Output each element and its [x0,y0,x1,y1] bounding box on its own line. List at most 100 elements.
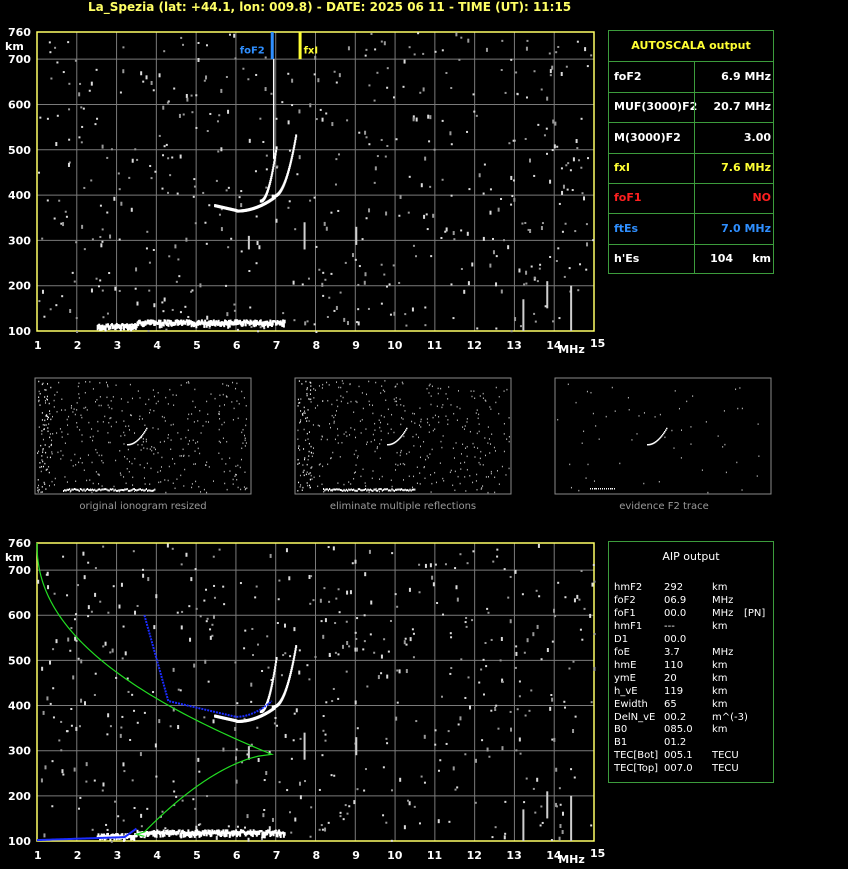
thumbnail-speck [349,383,351,386]
noise-speck [346,640,349,645]
y-tick-label: 200 [8,280,31,293]
thumbnail-speck [138,418,140,421]
noise-speck [585,223,588,226]
noise-speck [450,87,453,90]
noise-speck [77,807,80,810]
noise-speck [472,93,475,96]
noise-speck [560,71,563,76]
thumbnail-e-echo [368,489,370,492]
thumbnail-speck [74,453,76,456]
noise-speck [385,821,388,824]
thumbnail-e-echo [374,488,376,491]
thumbnail-e-echo [115,489,117,492]
thumbnail-speck [385,399,387,402]
noise-speck [178,113,181,118]
noise-speck [177,725,180,730]
noise-speck [123,770,126,773]
noise-speck [264,87,267,92]
thumbnail-speck [39,404,41,406]
thumbnail-speck [188,382,190,384]
thumbnail-speck [489,406,491,408]
thumbnail-speck [115,421,117,423]
noise-speck [173,87,176,90]
noise-speck [124,651,127,656]
thumbnail-speck [487,426,489,428]
thumbnail-speck [313,447,315,449]
autoscala-key: foF2 [614,70,642,83]
autoscala-value: 7.0 MHz [721,221,771,235]
thumbnail-speck [173,404,175,406]
noise-speck [424,563,427,568]
noise-speck [185,93,188,98]
thumbnail-speck [423,466,425,468]
noise-speck [516,93,519,96]
thumbnail-speck [482,397,484,399]
noise-speck [136,158,139,161]
interference-streak [303,222,306,250]
noise-speck [281,101,284,104]
thumbnail-speck [309,486,311,489]
thumbnail-speck [193,421,195,423]
noise-speck [315,330,318,333]
noise-speck [330,774,333,777]
thumbnail-speck [42,423,44,426]
thumbnail-speck [188,440,190,442]
noise-speck [472,550,475,553]
noise-speck [85,780,88,783]
noise-speck [568,267,571,270]
noise-speck [508,142,511,145]
noise-speck [56,114,59,117]
thumbnail-speck [341,441,343,444]
thumbnail-speck [109,417,111,420]
thumbnail-speck [419,456,421,459]
noise-speck [572,729,575,734]
thumbnail-speck [46,468,48,471]
thumbnail-speck [80,414,82,416]
noise-speck [240,250,243,253]
thumbnail-e-echo [107,489,109,492]
noise-speck [100,243,103,248]
thumbnail-e-echo [360,489,362,492]
thumbnail-e-echo [89,489,91,492]
thumbnail-speck [355,400,357,403]
thumbnail-speck [72,411,74,413]
noise-speck [386,742,389,745]
thumbnail-speck [309,398,311,401]
noise-speck [580,117,583,120]
thumbnail-speck [48,484,50,487]
noise-speck [354,258,357,261]
noise-speck [87,615,90,618]
noise-speck [296,173,299,176]
noise-speck [115,676,118,679]
noise-speck [418,822,421,825]
thumbnail-speck [476,409,478,411]
noise-speck [109,234,112,239]
thumbnail-speck [44,399,46,402]
thumbnail-speck [419,407,421,409]
top-ionogram-plot: 760700600500400300200100km1 2 3 4 5 6 7 8 9 10 11 1… [5,26,605,356]
thumbnail-speck [177,432,179,434]
thumbnail-speck [61,436,63,438]
thumbnail-f2-echo [666,427,668,430]
noise-speck [90,179,93,182]
noise-speck [315,118,318,121]
noise-speck [418,563,421,566]
thumbnail-e-echo [614,488,615,490]
noise-speck [376,155,379,158]
noise-speck [534,811,537,814]
noise-speck [450,143,453,146]
noise-speck [524,221,527,224]
thumbnail-speck [212,480,214,482]
noise-speck [152,691,155,694]
noise-speck [460,658,463,661]
thumbnail-speck [72,465,74,467]
noise-speck [165,328,168,331]
f2-o-trace-echo [273,161,276,165]
thumbnail-speck [167,434,169,436]
noise-speck [109,651,112,654]
noise-speck [355,637,358,640]
autoscala-value: 6.9 MHz [721,70,771,83]
thumbnail-speck [427,421,429,424]
noise-speck [467,281,470,286]
noise-speck [259,326,262,329]
